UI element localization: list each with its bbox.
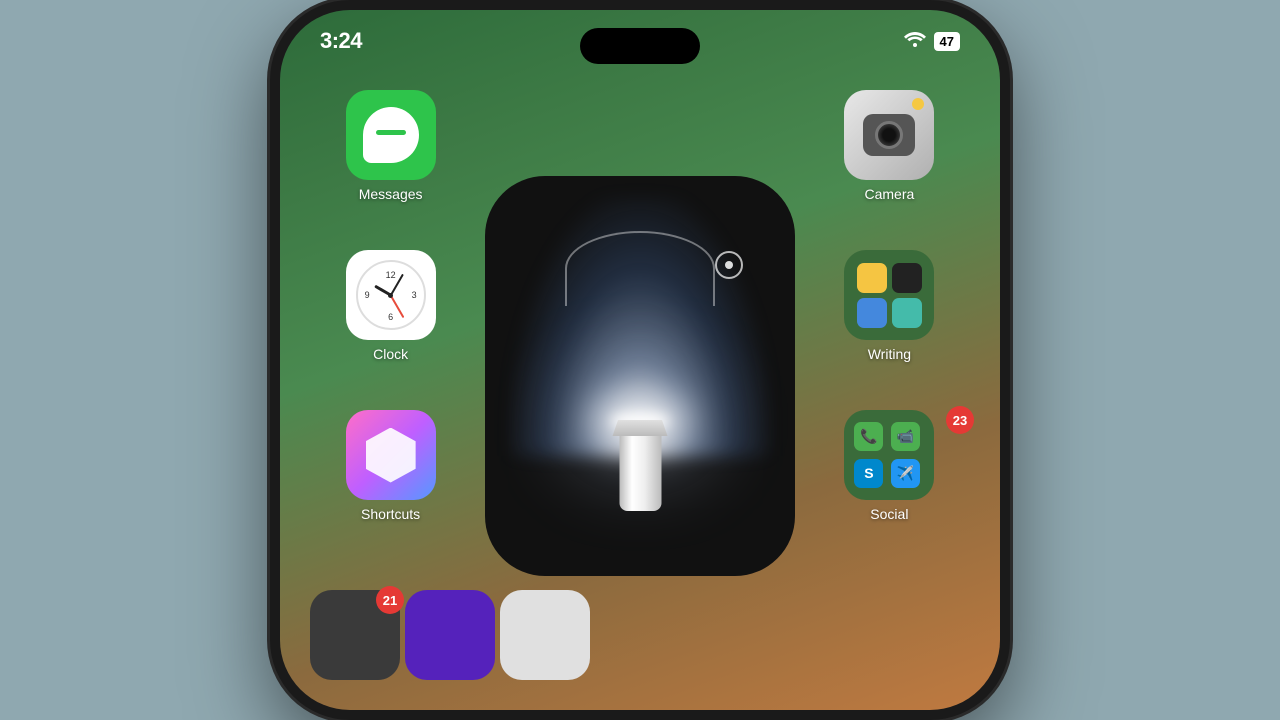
messages-label: Messages [359, 186, 423, 202]
scene: 3:24 47 [0, 0, 1280, 720]
brightness-control[interactable] [715, 251, 743, 279]
social-label: Social [870, 506, 908, 522]
camera-label: Camera [864, 186, 914, 202]
status-bar: 3:24 47 [320, 28, 960, 54]
app-social-folder[interactable]: 📞 📹 S ✈️ 23 Social [809, 410, 970, 522]
bottom-badge: 21 [376, 586, 404, 614]
app-messages[interactable]: Messages [310, 90, 471, 202]
app-clock[interactable]: 12 3 6 9 [310, 250, 471, 362]
phone-body: 3:24 47 [270, 0, 1010, 720]
app-shortcuts[interactable]: Shortcuts [310, 410, 471, 522]
battery-badge: 47 [934, 32, 960, 51]
app-writing-folder[interactable]: Writing [809, 250, 970, 362]
bottom-app-3[interactable] [500, 590, 590, 680]
status-icons: 47 [904, 31, 960, 52]
app-camera[interactable]: Camera [809, 90, 970, 202]
bottom-app-2[interactable] [405, 590, 495, 680]
writing-label: Writing [868, 346, 911, 362]
flashlight-arc [565, 231, 715, 306]
status-time: 3:24 [320, 28, 362, 54]
phone-frame: 3:24 47 [270, 0, 1010, 720]
torch-body [613, 420, 668, 511]
wifi-icon [904, 31, 926, 52]
social-badge: 23 [946, 406, 974, 434]
phone-screen: 3:24 47 [280, 10, 1000, 710]
clock-label: Clock [373, 346, 408, 362]
flashlight-overlay[interactable] [485, 176, 795, 576]
bottom-app-1[interactable]: 21 [310, 590, 400, 680]
shortcuts-label: Shortcuts [361, 506, 420, 522]
